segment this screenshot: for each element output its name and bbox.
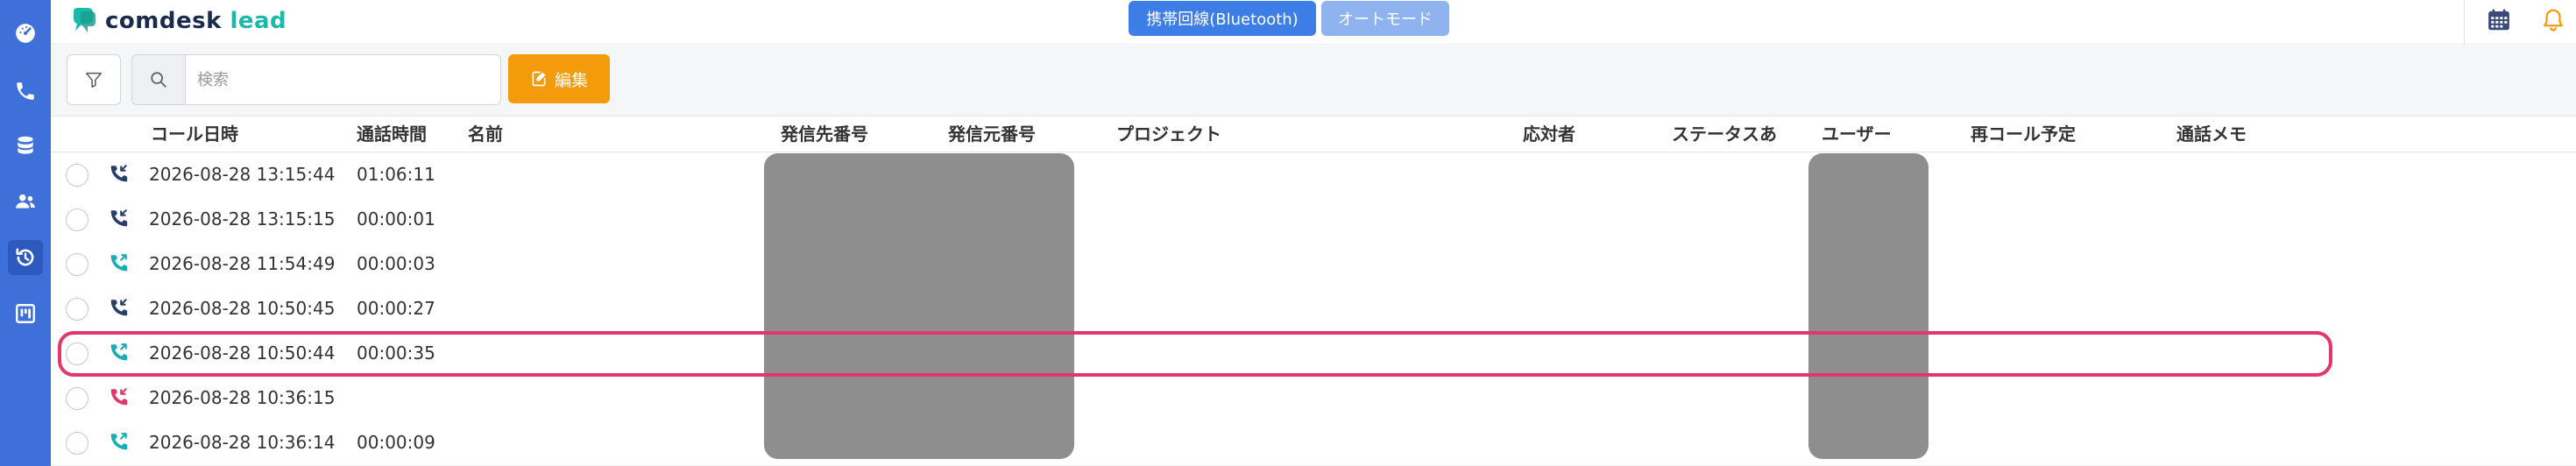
- table-row[interactable]: 2026-08-28 10:50:45 00:00:27: [51, 286, 2576, 332]
- edit-icon: [532, 71, 546, 87]
- outgoing-call-icon: [110, 254, 128, 272]
- row-checkbox[interactable]: [66, 164, 88, 187]
- phone-icon: [17, 82, 34, 100]
- header-from-number[interactable]: 発信元番号: [948, 116, 1036, 152]
- header-to-number[interactable]: 発信先番号: [781, 116, 868, 152]
- table-row[interactable]: 2026-08-28 13:15:15 00:00:01: [51, 197, 2576, 243]
- header-recall[interactable]: 再コール予定: [1971, 116, 2076, 152]
- table-header: コール日時 通話時間 名前 発信先番号 発信元番号 プロジェクト 応対者 ステー…: [51, 116, 2576, 152]
- logo-text-accent: lead: [230, 8, 287, 34]
- mobile-line-bluetooth-button[interactable]: 携帯回線(Bluetooth): [1129, 1, 1316, 36]
- kanban-icon: [16, 304, 35, 323]
- header-memo[interactable]: 通話メモ: [2176, 116, 2247, 152]
- filter-icon: [86, 72, 102, 88]
- missed-call-icon: [110, 388, 128, 406]
- logo-mark-icon: [74, 8, 96, 32]
- app-logo: comdesk lead: [70, 2, 287, 40]
- header-duration[interactable]: 通話時間: [357, 116, 427, 152]
- calendar-icon: [2488, 9, 2509, 31]
- incoming-call-icon: [110, 209, 128, 227]
- auto-mode-button[interactable]: オートモード: [1321, 1, 1449, 36]
- row-datetime: 2026-08-28 10:50:45: [149, 298, 336, 319]
- row-checkbox[interactable]: [66, 208, 88, 231]
- outgoing-call-icon: [110, 433, 128, 450]
- header-user[interactable]: ユーザー: [1822, 116, 1892, 152]
- edit-button[interactable]: 編集: [508, 54, 610, 103]
- redacted-user-column: [1808, 153, 1928, 459]
- row-duration: 00:00:01: [357, 208, 435, 229]
- incoming-call-icon: [110, 299, 128, 316]
- incoming-call-icon: [110, 165, 128, 182]
- table-row[interactable]: 2026-08-28 11:54:49 00:00:03: [51, 242, 2576, 287]
- row-datetime: 2026-08-28 11:54:49: [149, 253, 336, 274]
- header-name[interactable]: 名前: [468, 116, 503, 152]
- sidebar-item-board[interactable]: [8, 296, 43, 331]
- row-datetime: 2026-08-28 10:36:15: [149, 387, 336, 408]
- edit-button-label: 編集: [554, 70, 588, 90]
- redacted-phone-numbers: [764, 153, 1074, 459]
- table-row[interactable]: 2026-08-28 10:36:15: [51, 376, 2576, 421]
- header-divider: [2464, 0, 2465, 44]
- header-responder[interactable]: 応対者: [1523, 116, 1575, 152]
- row-datetime: 2026-08-28 10:36:14: [149, 432, 336, 453]
- row-duration: 00:00:09: [357, 432, 435, 453]
- row-duration: 00:00:27: [357, 298, 435, 319]
- sidebar: [0, 0, 51, 466]
- row-duration: 00:00:03: [357, 253, 435, 274]
- search-icon-box: [132, 55, 186, 104]
- sidebar-item-phone[interactable]: [8, 74, 43, 109]
- row-checkbox[interactable]: [66, 298, 88, 321]
- row-duration: 01:06:11: [357, 164, 435, 185]
- highlighted-row-outline: [58, 331, 2332, 377]
- notification-button[interactable]: [2537, 4, 2569, 36]
- row-datetime: 2026-08-28 13:15:44: [149, 164, 336, 185]
- filter-button[interactable]: [67, 54, 121, 105]
- search-icon: [151, 72, 166, 88]
- database-icon: [18, 136, 33, 154]
- header-project[interactable]: プロジェクト: [1116, 116, 1221, 152]
- header-status[interactable]: ステータスあ: [1672, 116, 1777, 152]
- calendar-button[interactable]: [2483, 4, 2515, 36]
- table-row[interactable]: 2026-08-28 10:36:14 00:00:09: [51, 420, 2576, 466]
- logo-text-main: comdesk: [105, 8, 222, 34]
- sidebar-item-call-history[interactable]: [8, 240, 43, 275]
- bell-icon: [2544, 9, 2563, 32]
- header-call-datetime[interactable]: コール日時: [151, 116, 238, 152]
- row-datetime: 2026-08-28 13:15:15: [149, 208, 336, 229]
- search-box: [131, 54, 501, 105]
- row-checkbox[interactable]: [66, 387, 88, 410]
- sidebar-item-database[interactable]: [8, 128, 43, 163]
- row-checkbox[interactable]: [66, 253, 88, 276]
- search-input[interactable]: [188, 55, 497, 104]
- logo-text: comdesk lead: [105, 8, 287, 34]
- sidebar-item-dashboard[interactable]: [8, 16, 43, 51]
- sidebar-item-contacts[interactable]: [8, 184, 43, 219]
- speedometer-icon: [16, 24, 35, 43]
- table-row[interactable]: 2026-08-28 13:15:44 01:06:11: [51, 152, 2576, 198]
- history-icon: [16, 248, 34, 266]
- row-checkbox[interactable]: [66, 432, 88, 455]
- users-icon: [16, 194, 35, 208]
